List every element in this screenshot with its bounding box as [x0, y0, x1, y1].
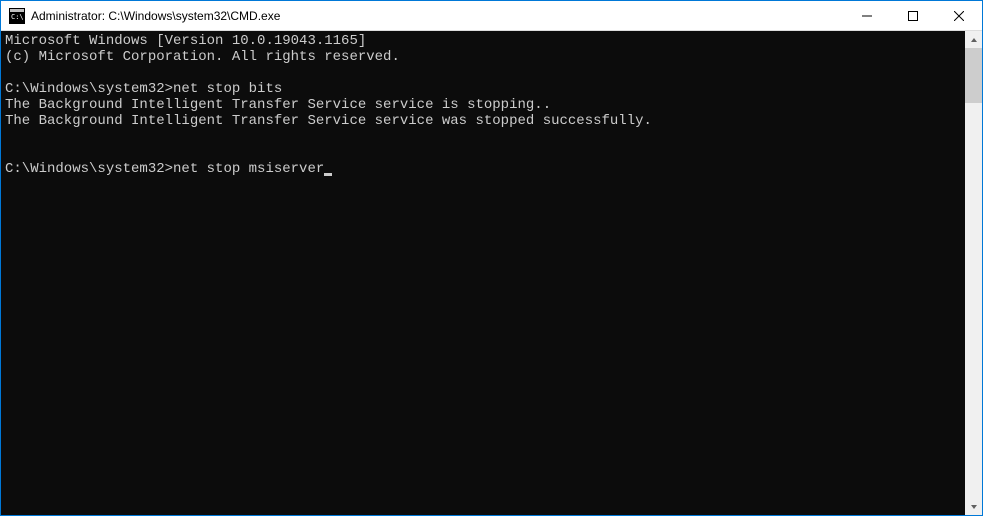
scrollbar-thumb[interactable] — [965, 48, 982, 103]
terminal-output[interactable]: Microsoft Windows [Version 10.0.19043.11… — [1, 31, 965, 515]
scrollbar-up-button[interactable] — [965, 31, 982, 48]
output-line: The Background Intelligent Transfer Serv… — [5, 97, 551, 113]
terminal-container: Microsoft Windows [Version 10.0.19043.11… — [1, 31, 982, 515]
cmd-window: C:\ Administrator: C:\Windows\system32\C… — [0, 0, 983, 516]
prompt: C:\Windows\system32> — [5, 81, 173, 97]
minimize-button[interactable] — [844, 1, 890, 30]
vertical-scrollbar[interactable] — [965, 31, 982, 515]
window-title: Administrator: C:\Windows\system32\CMD.e… — [31, 9, 844, 23]
output-line: The Background Intelligent Transfer Serv… — [5, 113, 652, 129]
svg-text:C:\: C:\ — [11, 13, 24, 21]
prompt: C:\Windows\system32> — [5, 161, 173, 177]
close-button[interactable] — [936, 1, 982, 30]
command-text: net stop bits — [173, 81, 282, 97]
maximize-button[interactable] — [890, 1, 936, 30]
scrollbar-down-button[interactable] — [965, 498, 982, 515]
window-controls — [844, 1, 982, 30]
cmd-icon: C:\ — [9, 8, 25, 24]
cursor — [324, 173, 332, 176]
command-text: net stop msiserver — [173, 161, 324, 177]
version-line: Microsoft Windows [Version 10.0.19043.11… — [5, 33, 366, 49]
copyright-line: (c) Microsoft Corporation. All rights re… — [5, 49, 400, 65]
scrollbar-track[interactable] — [965, 48, 982, 498]
titlebar[interactable]: C:\ Administrator: C:\Windows\system32\C… — [1, 1, 982, 31]
